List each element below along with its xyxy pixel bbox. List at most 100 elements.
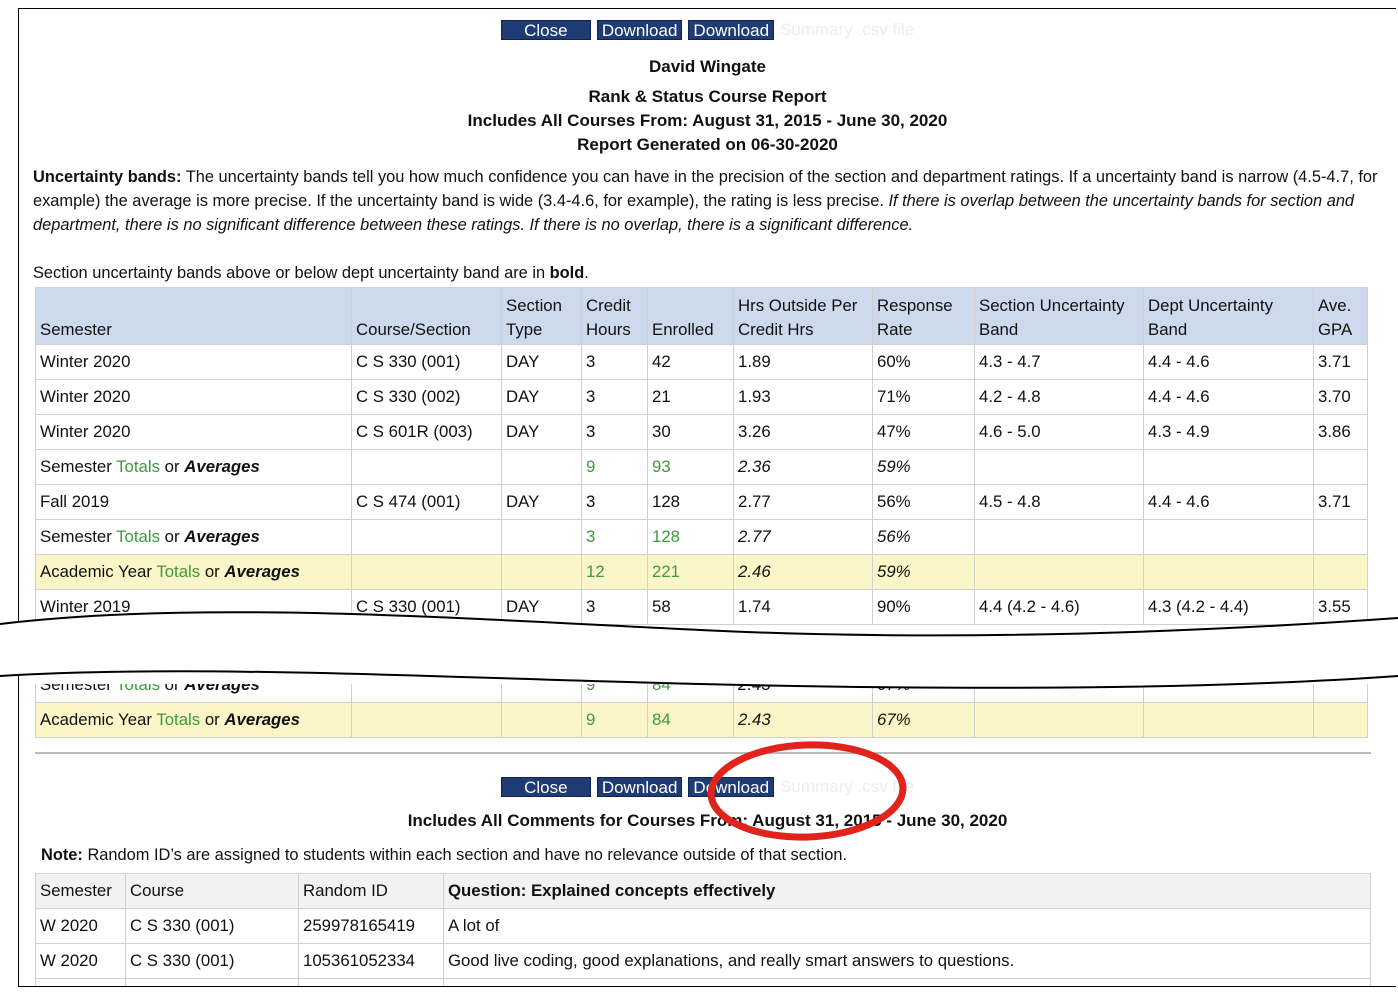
header-credit-hours: Credit Hours xyxy=(581,287,648,345)
summary-csv-link-bottom[interactable]: Summary .csv file xyxy=(780,777,914,797)
table-row: Winter 2020 C S 330 (001) DAY 3 42 1.89 60% 4.3… xyxy=(35,344,1368,380)
comments-header-row: Semester Course Random ID Question: Expl… xyxy=(35,873,1371,909)
comments-table: Semester Course Random ID Question: Expl… xyxy=(35,873,1371,986)
cell: 1.89 xyxy=(733,344,873,380)
cell: Winter 2019 xyxy=(35,589,352,625)
comment-row: W 2020 C S 330 (001) 105361052334 Good l… xyxy=(35,943,1371,979)
cell: DAY xyxy=(501,344,582,380)
cell: 3.70 xyxy=(1313,379,1368,415)
cell xyxy=(1143,684,1314,703)
cell xyxy=(443,978,1371,986)
bottom-button-row: Close Download Download Summary .csv fil… xyxy=(19,777,1396,797)
cell: 47% xyxy=(872,414,975,450)
cell: 4.5 - 4.8 xyxy=(974,484,1144,520)
cell xyxy=(351,519,502,555)
cell: 4.4 (4.2 - 4.6) xyxy=(974,589,1144,625)
cell: 59% xyxy=(872,554,975,590)
cell: 259978165419 xyxy=(298,908,444,944)
cell xyxy=(351,684,502,703)
cell xyxy=(974,554,1144,590)
table-row: Winter 2019 C S 330 (001) DAY 3 58 1.74 90% 4.4… xyxy=(35,589,1368,625)
cell: 3.71 xyxy=(1313,484,1368,520)
cell xyxy=(1143,702,1314,738)
totals-label: Semester Totals or Averages xyxy=(35,684,352,703)
cell xyxy=(974,702,1144,738)
header-dept-band: Dept Uncertainty Band xyxy=(1143,287,1314,345)
cell: 59% xyxy=(872,449,975,485)
section-divider xyxy=(35,752,1371,754)
cell: 42 xyxy=(647,344,734,380)
header-hrs-outside: Hrs Outside Per Credit Hrs xyxy=(733,287,873,345)
cell xyxy=(974,449,1144,485)
cell: 12 xyxy=(581,554,648,590)
cell xyxy=(35,978,126,986)
cell: Fall 2019 xyxy=(35,484,352,520)
semester-totals-row: Semester Totals or Averages 9 84 2.43 67… xyxy=(35,684,1368,703)
cell: 128 xyxy=(647,519,734,555)
download-button-bottom-2[interactable]: Download xyxy=(688,777,775,797)
totals-label: Semester Totals or Averages xyxy=(35,449,352,485)
cell xyxy=(501,519,582,555)
cell: 1.93 xyxy=(733,379,873,415)
cell: 2.43 xyxy=(733,684,873,703)
cell: 128 xyxy=(647,484,734,520)
cell xyxy=(501,449,582,485)
header-course: Course xyxy=(125,873,299,909)
cell: C S 601R (003) xyxy=(351,414,502,450)
totals-label: Academic Year Totals or Averages xyxy=(35,554,352,590)
cell xyxy=(1313,554,1368,590)
cell: DAY xyxy=(501,414,582,450)
header-enrolled: Enrolled xyxy=(647,287,734,345)
cell: 2.77 xyxy=(733,519,873,555)
cell: C S 474 (001) xyxy=(351,484,502,520)
cell: 90% xyxy=(872,589,975,625)
cell: 67% xyxy=(872,702,975,738)
report-table-upper: Semester Course/Section Section Type Cre… xyxy=(19,9,1396,641)
table-header-row: Semester Course/Section Section Type Cre… xyxy=(35,287,1368,345)
header-course-section: Course/Section xyxy=(351,287,502,345)
cell xyxy=(1143,519,1314,555)
cell: 4.3 - 4.7 xyxy=(974,344,1144,380)
cell: 9 xyxy=(581,684,648,703)
table-row: Fall 2019 C S 474 (001) DAY 3 128 2.77 56% 4.5 … xyxy=(35,484,1368,520)
table-row: Winter 2020 C S 601R (003) DAY 3 30 3.26 47% 4.… xyxy=(35,414,1368,450)
cell: 21 xyxy=(647,379,734,415)
table-row: Winter 2020 C S 330 (002) DAY 3 21 1.93 71% 4.2… xyxy=(35,379,1368,415)
close-button-bottom[interactable]: Close xyxy=(500,777,591,797)
cell: 93 xyxy=(647,449,734,485)
cell: 3.26 xyxy=(733,414,873,450)
cell: 4.6 - 5.0 xyxy=(974,414,1144,450)
cell: W 2020 xyxy=(35,943,126,979)
cell: 3 xyxy=(581,484,648,520)
cell: 4.3 - 4.9 xyxy=(1143,414,1314,450)
report-table-tail: Semester Totals or Averages 9 84 2.43 67… xyxy=(35,684,1368,738)
cell: 2.77 xyxy=(733,484,873,520)
cell: 221 xyxy=(647,554,734,590)
comments-note: Note: Random ID’s are assigned to studen… xyxy=(41,846,847,865)
comment-row-partial xyxy=(35,978,1371,986)
comments-range: Includes All Comments for Courses From: … xyxy=(407,811,1008,830)
cell: 4.4 - 4.6 xyxy=(1143,379,1314,415)
cell: 84 xyxy=(647,684,734,703)
cell xyxy=(974,684,1144,703)
semester-totals-row: Semester Totals or Averages 9 93 2.36 59… xyxy=(35,449,1368,485)
cell: 4.4 - 4.6 xyxy=(1143,344,1314,380)
cell: 58 xyxy=(647,589,734,625)
cell: 105361052334 xyxy=(298,943,444,979)
header-ave-gpa: Ave. GPA xyxy=(1313,287,1368,345)
download-button-bottom[interactable]: Download xyxy=(596,777,683,797)
note-label: Note: xyxy=(41,846,83,864)
cell xyxy=(501,684,582,703)
cell: 9 xyxy=(581,702,648,738)
cell: DAY xyxy=(501,589,582,625)
report-table: Semester Course/Section Section Type Cre… xyxy=(35,287,1368,625)
cell xyxy=(1143,554,1314,590)
cell: 1.74 xyxy=(733,589,873,625)
cell: 2.36 xyxy=(733,449,873,485)
cell: 2.43 xyxy=(733,702,873,738)
cell: 56% xyxy=(872,519,975,555)
cell: C S 330 (001) xyxy=(351,589,502,625)
cell: Good live coding, good explanations, and… xyxy=(443,943,1371,979)
semester-totals-row: Semester Totals or Averages 3 128 2.77 5… xyxy=(35,519,1368,555)
cell: 2.46 xyxy=(733,554,873,590)
